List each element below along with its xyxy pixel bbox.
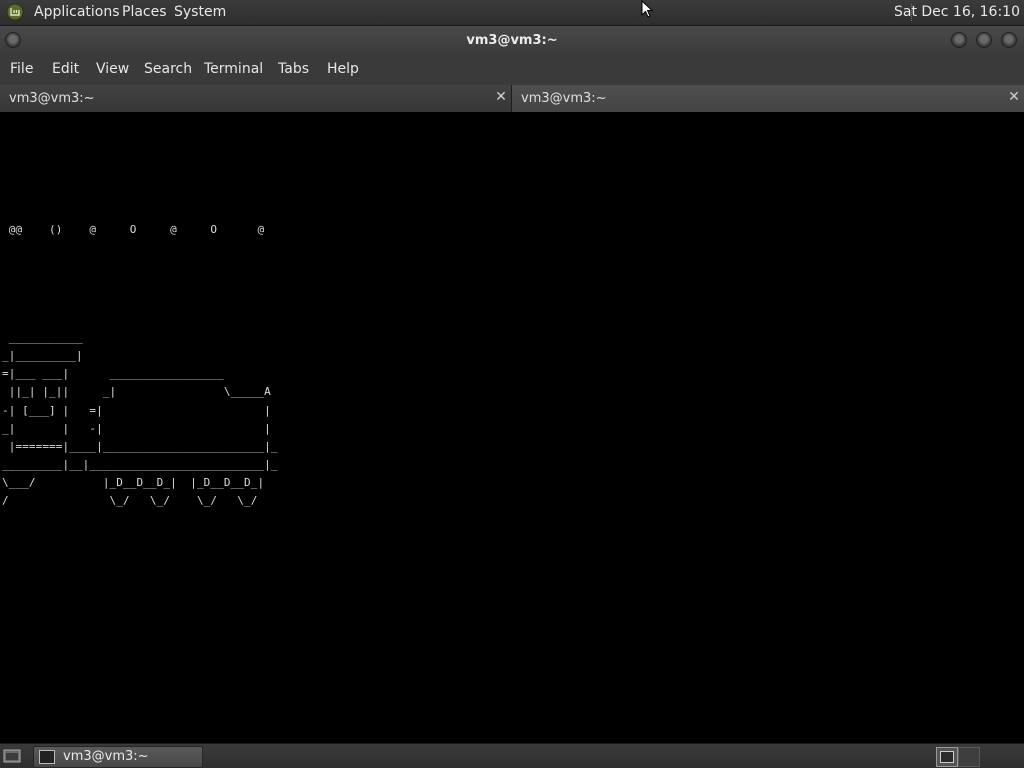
top-panel: Applications Places System Sat Dec 16, 1… (0, 0, 1024, 26)
tab-2[interactable]: vm3@vm3:~ ✕ (512, 85, 1024, 112)
tab-2-label: vm3@vm3:~ (521, 91, 607, 106)
mouse-cursor-icon (641, 0, 653, 18)
taskbar-label: vm3@vm3:~ (63, 749, 149, 764)
menu-tabs[interactable]: Tabs (278, 61, 309, 78)
workspace-window-icon (940, 751, 954, 763)
tab-1-label: vm3@vm3:~ (9, 91, 95, 106)
system-menu[interactable]: System (174, 4, 226, 21)
menu-terminal[interactable]: Terminal (204, 61, 263, 78)
maximize-button[interactable] (976, 32, 992, 48)
workspace-2[interactable] (958, 747, 980, 767)
desktop-screen: Applications Places System Sat Dec 16, 1… (0, 0, 1024, 768)
workspace-1[interactable] (936, 747, 958, 767)
mint-logo-icon[interactable] (6, 3, 24, 21)
taskbar-terminal-button[interactable]: vm3@vm3:~ (33, 746, 203, 768)
bottom-panel: vm3@vm3:~ (0, 743, 1024, 768)
applications-menu[interactable]: Applications (34, 4, 120, 21)
show-desktop-icon[interactable] (3, 748, 21, 764)
clock[interactable]: Sat Dec 16, 16:10 (894, 4, 1020, 21)
terminal-icon (39, 750, 55, 764)
menu-edit[interactable]: Edit (52, 61, 79, 78)
terminal-area[interactable]: @@ () @ O @ O @ ___________ _|_________|… (0, 112, 1024, 743)
tab-2-close-icon[interactable]: ✕ (1007, 90, 1021, 104)
menu-view[interactable]: View (96, 61, 129, 78)
places-menu[interactable]: Places (122, 4, 167, 21)
window-title: vm3@vm3:~ (466, 33, 558, 48)
tab-1-close-icon[interactable]: ✕ (494, 90, 508, 104)
tab-1[interactable]: vm3@vm3:~ ✕ (0, 85, 512, 112)
window-titlebar[interactable]: vm3@vm3:~ (0, 26, 1024, 55)
minimize-button[interactable] (951, 32, 967, 48)
terminal-output: @@ () @ O @ O @ ___________ _|_________|… (2, 222, 278, 507)
menu-help[interactable]: Help (327, 61, 359, 78)
terminal-menubar: File Edit View Search Terminal Tabs Help (0, 55, 1024, 85)
close-window-button[interactable] (1001, 32, 1017, 48)
menu-file[interactable]: File (10, 61, 33, 78)
tab-bar: vm3@vm3:~ ✕ vm3@vm3:~ ✕ (0, 85, 1024, 112)
menu-search[interactable]: Search (144, 61, 192, 78)
